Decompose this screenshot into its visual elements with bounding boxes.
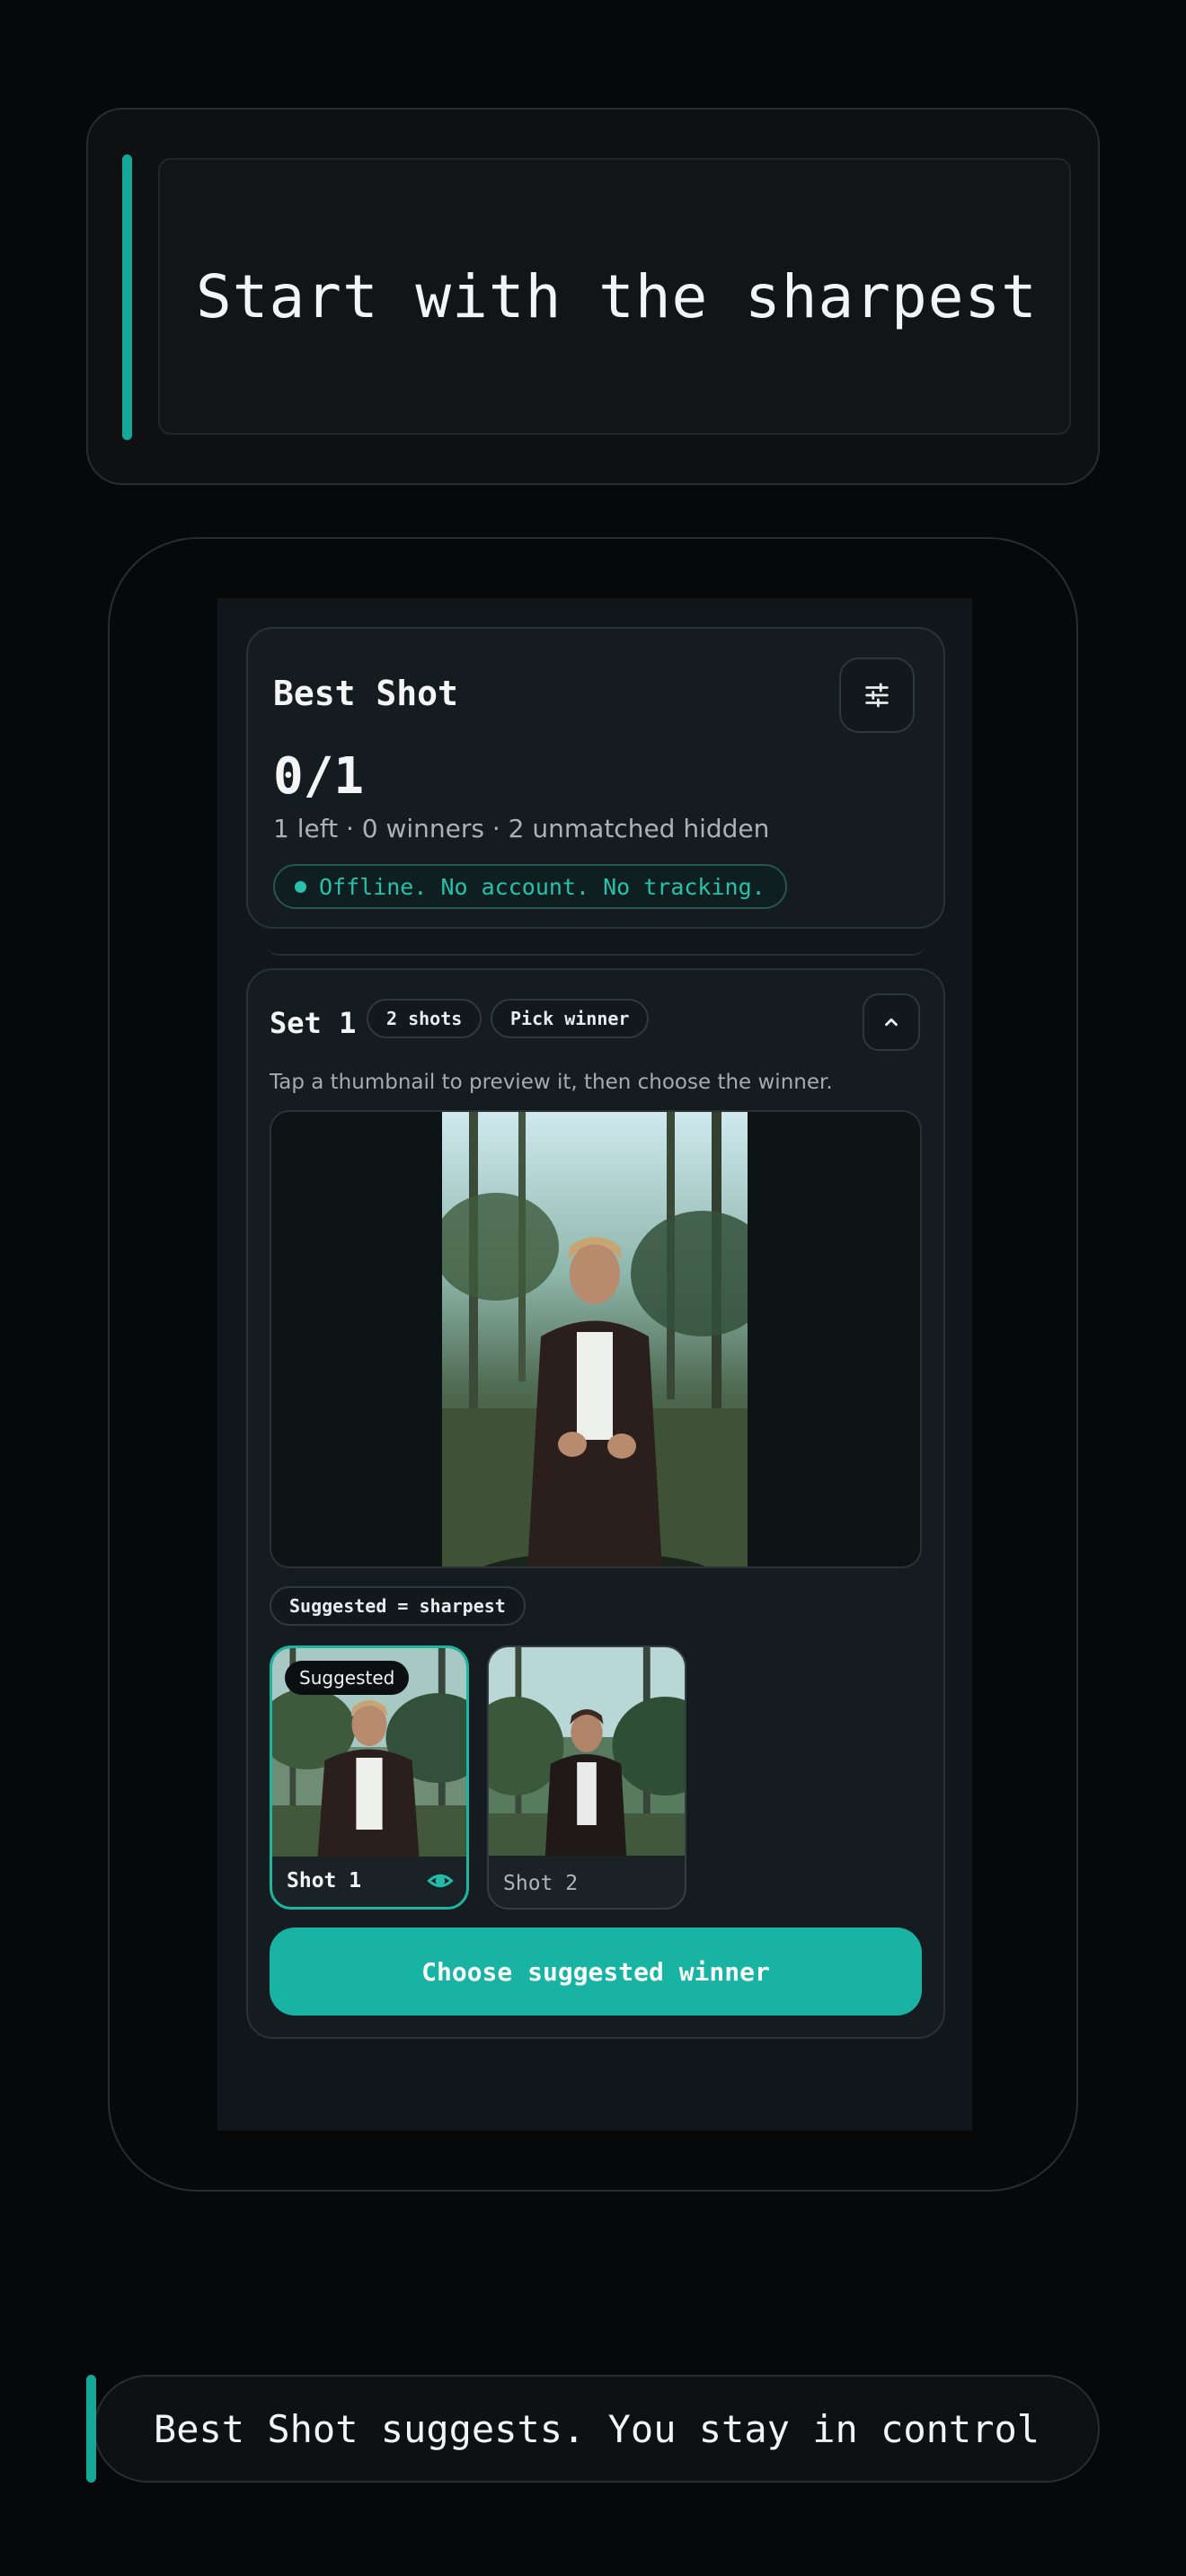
suggested-badge: Suggested [285, 1661, 410, 1695]
summary-card: Best Shot 0/1 1 left · 0 winners · 2 unm… [246, 627, 945, 929]
choose-winner-button[interactable]: Choose suggested winner [270, 1928, 922, 2016]
suggestion-rule-pill: Suggested = sharpest [270, 1586, 526, 1626]
shots-count-pill: 2 shots [367, 999, 482, 1038]
set-status-pill: Pick winner [491, 999, 650, 1038]
thumbnail-label: Shot 2 [503, 1872, 579, 1895]
eye-icon [427, 1874, 454, 1888]
set-card: Set 1 2 shots Pick winner Tap a thumbnai… [246, 968, 945, 2039]
progress-stats: 1 left · 0 winners · 2 unmatched hidden [273, 814, 770, 843]
chevron-up-icon [885, 1018, 898, 1027]
set-hint: Tap a thumbnail to preview it, then choo… [270, 1071, 833, 1094]
privacy-badge-label: Offline. No account. No tracking. [319, 873, 766, 900]
app-title: Best Shot [273, 674, 458, 713]
hero-card: Start with the sharpest [86, 108, 1100, 485]
thumbnail-label: Shot 1 [287, 1869, 362, 1892]
thumbnail-shot-1[interactable]: Suggested Shot 1 [270, 1645, 469, 1910]
privacy-badge: Offline. No account. No tracking. [273, 864, 787, 909]
hero-accent-bar [122, 154, 132, 440]
settings-button[interactable] [839, 657, 915, 733]
thumbnail-photo [489, 1647, 685, 1856]
status-dot-icon [295, 880, 306, 893]
hero-inner: Start with the sharpest [158, 158, 1071, 435]
sliders-icon [865, 683, 889, 708]
progress-count: 0/1 [273, 747, 365, 806]
thumbnail-shot-2[interactable]: Shot 2 [487, 1645, 686, 1910]
footer-accent-bar [86, 2375, 96, 2483]
set-title: Set 1 [270, 1006, 357, 1040]
preview-photo [442, 1112, 748, 1566]
stacked-card-edge [266, 943, 925, 956]
hero-headline: Start with the sharpest [196, 261, 1038, 331]
footer-tagline: Best Shot suggests. You stay in control [153, 2406, 1040, 2451]
collapse-set-button[interactable] [863, 993, 920, 1051]
photo-preview[interactable] [270, 1110, 922, 1568]
footer-tagline-card: Best Shot suggests. You stay in control [93, 2375, 1100, 2483]
